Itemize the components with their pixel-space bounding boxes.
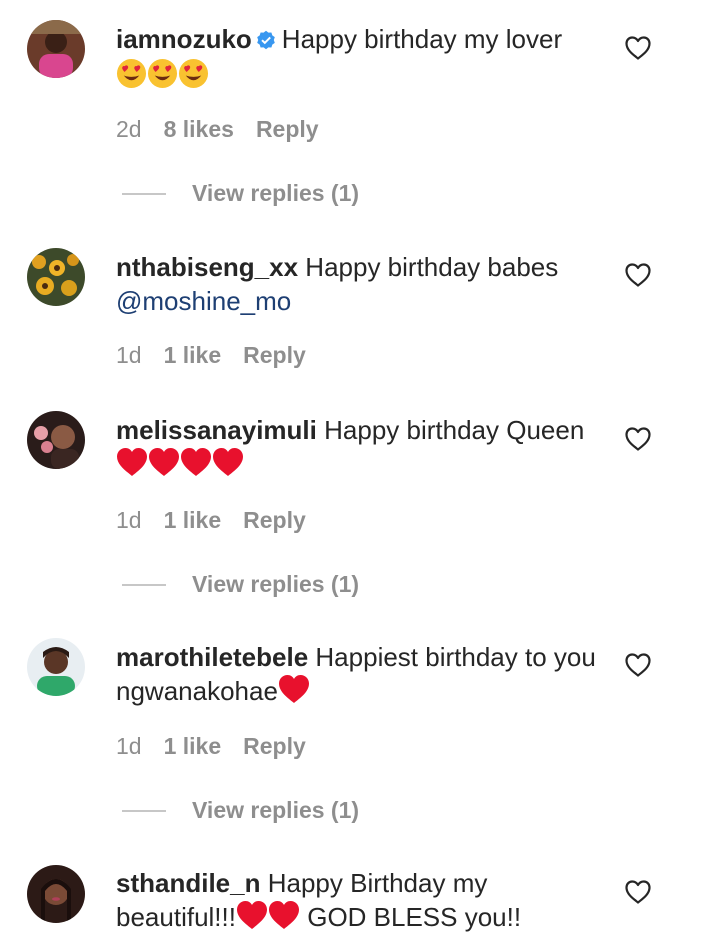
comment-text-continued: GOD BLESS you!! <box>307 902 522 932</box>
comment-username[interactable]: melissanayimuli <box>116 415 317 445</box>
avatar[interactable] <box>27 865 85 923</box>
comment-text: Happy birthday my lover <box>281 24 563 54</box>
comment-time: 1d <box>116 733 142 759</box>
like-heart-icon[interactable] <box>624 35 652 61</box>
view-replies-label: View replies (1) <box>192 797 360 823</box>
avatar[interactable] <box>27 411 85 469</box>
heart-eyes-emoji-icon <box>116 61 209 91</box>
avatar[interactable] <box>27 248 85 306</box>
view-replies-button[interactable]: View replies (1) <box>122 797 359 824</box>
avatar[interactable] <box>27 20 85 78</box>
comment-likes[interactable]: 1 like <box>164 342 222 368</box>
comment-time: 2d <box>116 116 142 142</box>
divider <box>122 192 166 195</box>
reply-button[interactable]: Reply <box>243 507 306 533</box>
view-replies-label: View replies (1) <box>192 571 360 597</box>
like-heart-icon[interactable] <box>624 652 652 678</box>
comment-username[interactable]: marothiletebele <box>116 642 308 672</box>
avatar[interactable] <box>27 638 85 696</box>
comment-username[interactable]: nthabiseng_xx <box>116 252 298 282</box>
red-heart-emoji-icon <box>116 449 244 479</box>
reply-button[interactable]: Reply <box>243 733 306 759</box>
comment-username[interactable]: iamnozuko <box>116 24 252 54</box>
reply-button[interactable]: Reply <box>243 342 306 368</box>
like-heart-icon[interactable] <box>624 426 652 452</box>
view-replies-button[interactable]: View replies (1) <box>122 571 359 598</box>
red-heart-emoji-icon <box>278 676 310 706</box>
view-replies-button[interactable]: View replies (1) <box>122 180 359 207</box>
like-heart-icon[interactable] <box>624 879 652 905</box>
comment-text: Happy birthday Queen <box>324 415 585 445</box>
red-heart-emoji-icon <box>236 902 300 932</box>
verified-badge-icon <box>256 24 276 58</box>
divider <box>122 583 166 586</box>
comment-likes[interactable]: 1 like <box>164 733 222 759</box>
mention-link[interactable]: @moshine_mo <box>116 286 291 316</box>
comment-likes[interactable]: 8 likes <box>164 116 234 142</box>
comment-text: Happy birthday babes <box>305 252 559 282</box>
comment-time: 1d <box>116 507 142 533</box>
comment-username[interactable]: sthandile_n <box>116 868 260 898</box>
comment-time: 1d <box>116 342 142 368</box>
view-replies-label: View replies (1) <box>192 180 360 206</box>
reply-button[interactable]: Reply <box>256 116 319 142</box>
like-heart-icon[interactable] <box>624 262 652 288</box>
divider <box>122 809 166 812</box>
comment-likes[interactable]: 1 like <box>164 507 222 533</box>
